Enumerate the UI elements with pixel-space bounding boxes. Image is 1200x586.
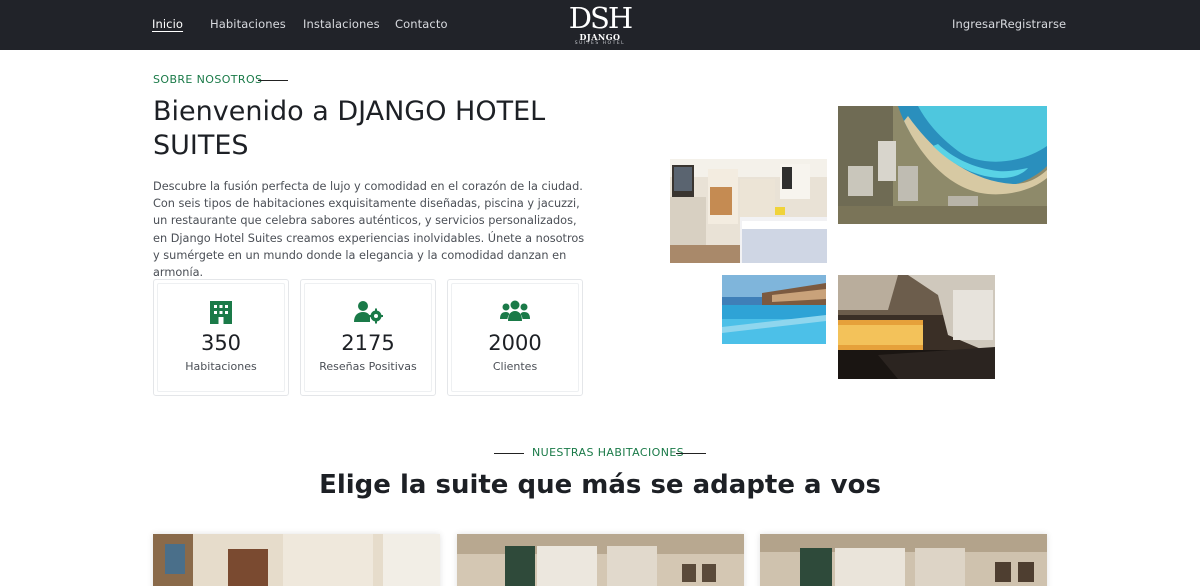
nav-link-instalaciones[interactable]: Instalaciones: [303, 17, 380, 31]
room-card-image: [153, 534, 440, 586]
nav-link-inicio[interactable]: Inicio: [152, 17, 183, 31]
hotel-lobby-bar-photo: [838, 275, 995, 379]
logo-mark: DSH: [568, 1, 633, 35]
hotel-room-image: [670, 159, 827, 263]
eyebrow-divider-left: [494, 453, 524, 454]
stat-label: Clientes: [492, 360, 538, 373]
room-card-image: [760, 534, 1047, 586]
stat-label: Reseñas Positivas: [319, 360, 417, 373]
infinity-pool-photo: [722, 275, 826, 344]
logo-tagline: SUITES HOTEL: [574, 41, 626, 46]
users-group-icon: [500, 300, 530, 321]
nav-link-contacto[interactable]: Contacto: [395, 17, 448, 31]
brand-logo[interactable]: DSH DJANGO SUITES HOTEL: [567, 3, 633, 47]
eyebrow-divider: [258, 80, 288, 81]
eyebrow-divider-right: [676, 453, 706, 454]
stat-value: 2000: [488, 331, 542, 355]
register-link[interactable]: Registrarse: [1000, 17, 1066, 31]
rooms-eyebrow: NUESTRAS HABITACIONES: [532, 446, 685, 459]
hotel-building-icon: [210, 301, 232, 324]
stat-card-rooms: 350 Habitaciones: [153, 279, 289, 396]
hotel-lobby-image: [838, 275, 995, 379]
about-description: Descubre la fusión perfecta de lujo y co…: [153, 180, 585, 280]
stat-value: 350: [200, 331, 242, 355]
rooms-title: Elige la suite que más se adapte a vos: [319, 470, 881, 500]
nav-link-habitaciones[interactable]: Habitaciones: [210, 17, 286, 31]
infinity-pool-image: [722, 275, 826, 344]
room-card[interactable]: [760, 534, 1047, 586]
about-title: Bienvenido a DJANGO HOTEL SUITES: [153, 96, 546, 161]
resort-aerial-image: [838, 106, 1047, 224]
hotel-room-photo: [670, 159, 827, 263]
stat-label: Habitaciones: [185, 360, 257, 373]
room-card[interactable]: [153, 534, 440, 586]
about-eyebrow: SOBRE NOSOTROS: [153, 73, 263, 86]
room-card[interactable]: [457, 534, 744, 586]
stat-card-reviews: 2175 Reseñas Positivas: [300, 279, 436, 396]
users-cog-icon: [354, 301, 383, 324]
navbar: Inicio Habitaciones Instalaciones Contac…: [0, 0, 1200, 50]
stat-value: 2175: [341, 331, 395, 355]
resort-aerial-pool-photo: [838, 106, 1047, 224]
login-link[interactable]: Ingresar: [952, 17, 1000, 31]
room-card-image: [457, 534, 744, 586]
stat-card-clients: 2000 Clientes: [447, 279, 583, 396]
